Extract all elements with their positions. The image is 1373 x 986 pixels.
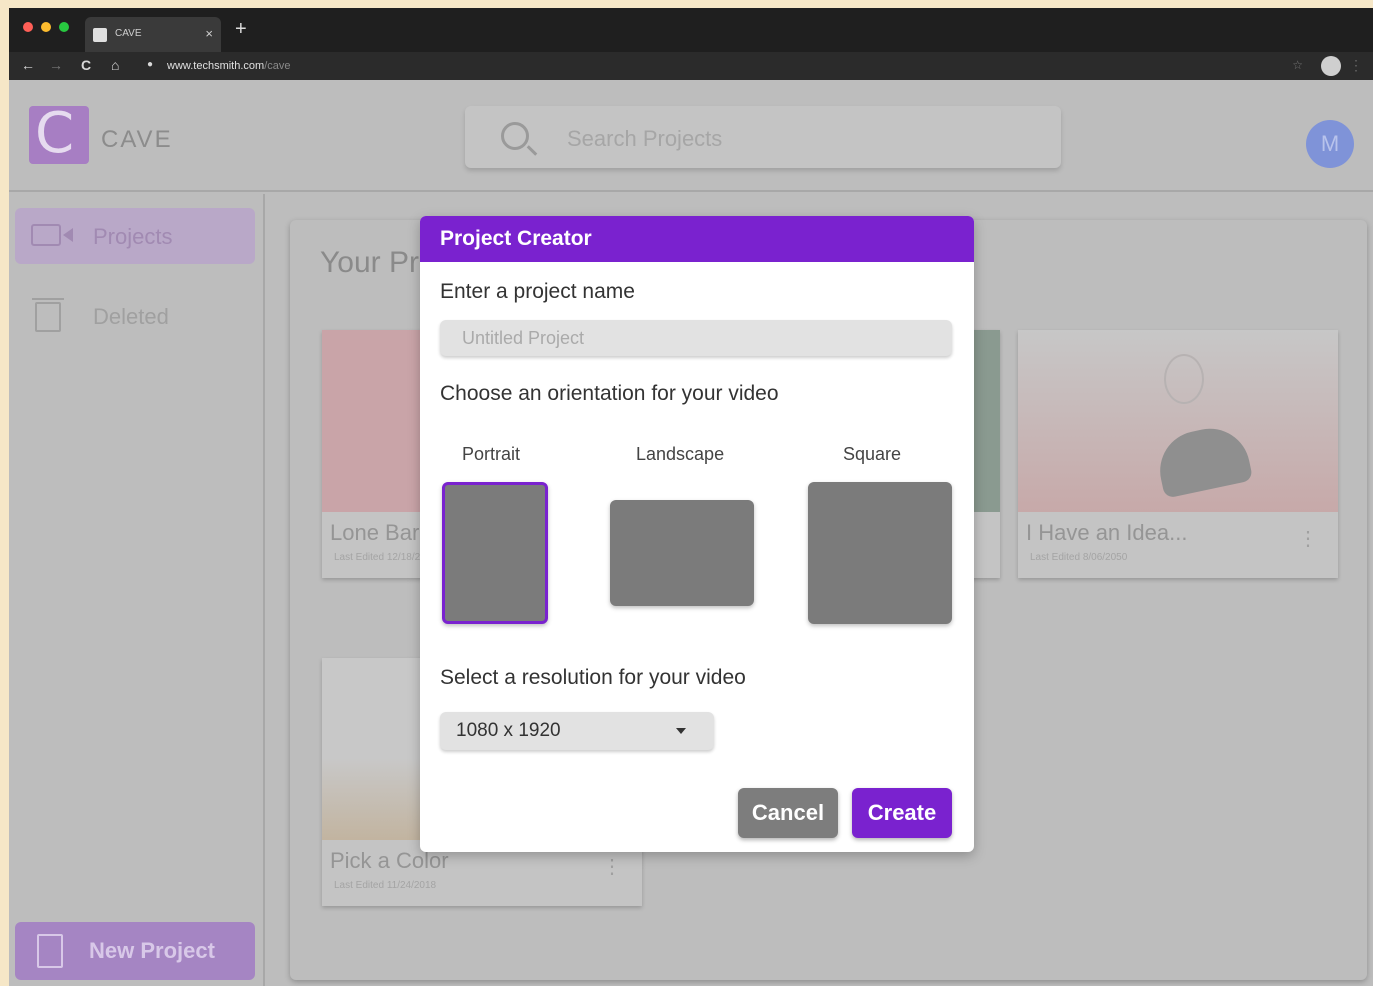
back-icon[interactable]: ←: [21, 57, 35, 73]
avatar[interactable]: M: [1306, 120, 1354, 168]
dialog-title: Project Creator: [440, 227, 592, 250]
resolution-label: Select a resolution for your video: [440, 666, 746, 689]
new-project-label: New Project: [89, 938, 215, 963]
resolution-select[interactable]: 1080 x 1920: [440, 712, 714, 750]
create-button[interactable]: Create: [852, 788, 952, 838]
project-date: Last Edited 11/24/2018: [334, 880, 437, 891]
logo-letter: C: [35, 101, 75, 166]
tab-close-icon[interactable]: ×: [205, 26, 213, 41]
portrait-option[interactable]: [442, 482, 548, 624]
sidebar-item-label: Projects: [93, 224, 173, 249]
app-header: C CAVE Search Projects M: [9, 80, 1373, 192]
dialog-header: Project Creator: [420, 216, 974, 262]
favicon-icon: [93, 28, 107, 42]
square-option[interactable]: [808, 482, 952, 624]
cancel-button[interactable]: Cancel: [738, 788, 838, 838]
project-creator-dialog: Project Creator Enter a project name Cho…: [420, 216, 974, 852]
project-name-input[interactable]: [440, 320, 952, 356]
address-bar: ← → C ⌂ ● www.techsmith.com/cave ☆ ⋮: [9, 52, 1373, 80]
landscape-option[interactable]: [610, 500, 754, 606]
new-project-button[interactable]: New Project: [15, 922, 255, 980]
forward-icon[interactable]: →: [49, 57, 63, 73]
landscape-label: Landscape: [636, 444, 725, 464]
browser-menu-icon[interactable]: ⋮: [1349, 57, 1363, 74]
project-date: Last Edited 8/06/2050: [1030, 552, 1128, 563]
window-minimize-dot[interactable]: [41, 22, 51, 32]
search-input[interactable]: Search Projects: [567, 126, 722, 152]
browser-tab[interactable]: CAVE ×: [85, 17, 221, 52]
lock-icon: ●: [147, 59, 154, 70]
browser-tab-bar: CAVE × +: [9, 8, 1373, 52]
tab-title: CAVE: [115, 28, 142, 39]
hand-image: [1152, 421, 1254, 499]
project-menu-icon[interactable]: ⋮: [602, 854, 622, 879]
reload-icon[interactable]: C: [81, 57, 91, 73]
project-thumbnail: [1018, 330, 1338, 512]
url-host: www.techsmith.com: [167, 60, 265, 72]
project-title: I Have an Idea...: [1026, 520, 1188, 545]
url-path: /cave: [264, 60, 291, 72]
trash-icon: [32, 298, 64, 332]
portrait-label: Portrait: [462, 444, 521, 464]
new-document-icon: [37, 934, 63, 968]
project-title: Lone Barn: [330, 520, 432, 545]
caret-down-icon: [676, 728, 686, 734]
project-card[interactable]: I Have an Idea... Last Edited 8/06/2050 …: [1018, 330, 1338, 578]
sidebar: Projects Deleted New Project: [9, 194, 265, 986]
search-icon: [501, 122, 529, 150]
cave-logo-icon: C: [29, 102, 89, 166]
lightbulb-icon: [1164, 354, 1204, 404]
new-tab-button[interactable]: +: [235, 18, 247, 41]
camera-icon: [31, 224, 73, 246]
resolution-value: 1080 x 1920: [456, 720, 561, 741]
square-label: Square: [843, 444, 902, 464]
project-menu-icon[interactable]: ⋮: [1298, 526, 1318, 551]
app-logo-text: CAVE: [101, 126, 173, 153]
sidebar-item-deleted[interactable]: Deleted: [15, 288, 255, 344]
url-field[interactable]: www.techsmith.com/cave: [167, 60, 291, 72]
window-close-dot[interactable]: [23, 22, 33, 32]
profile-globe-icon[interactable]: [1321, 56, 1341, 76]
orientation-label: Choose an orientation for your video: [440, 382, 779, 405]
window-maximize-dot[interactable]: [59, 22, 69, 32]
sidebar-item-label: Deleted: [93, 304, 169, 329]
search-bar[interactable]: Search Projects: [465, 106, 1061, 168]
project-name-label: Enter a project name: [440, 280, 635, 303]
bookmark-star-icon[interactable]: ☆: [1292, 58, 1303, 72]
sidebar-item-projects[interactable]: Projects: [15, 208, 255, 264]
home-icon[interactable]: ⌂: [111, 57, 119, 73]
